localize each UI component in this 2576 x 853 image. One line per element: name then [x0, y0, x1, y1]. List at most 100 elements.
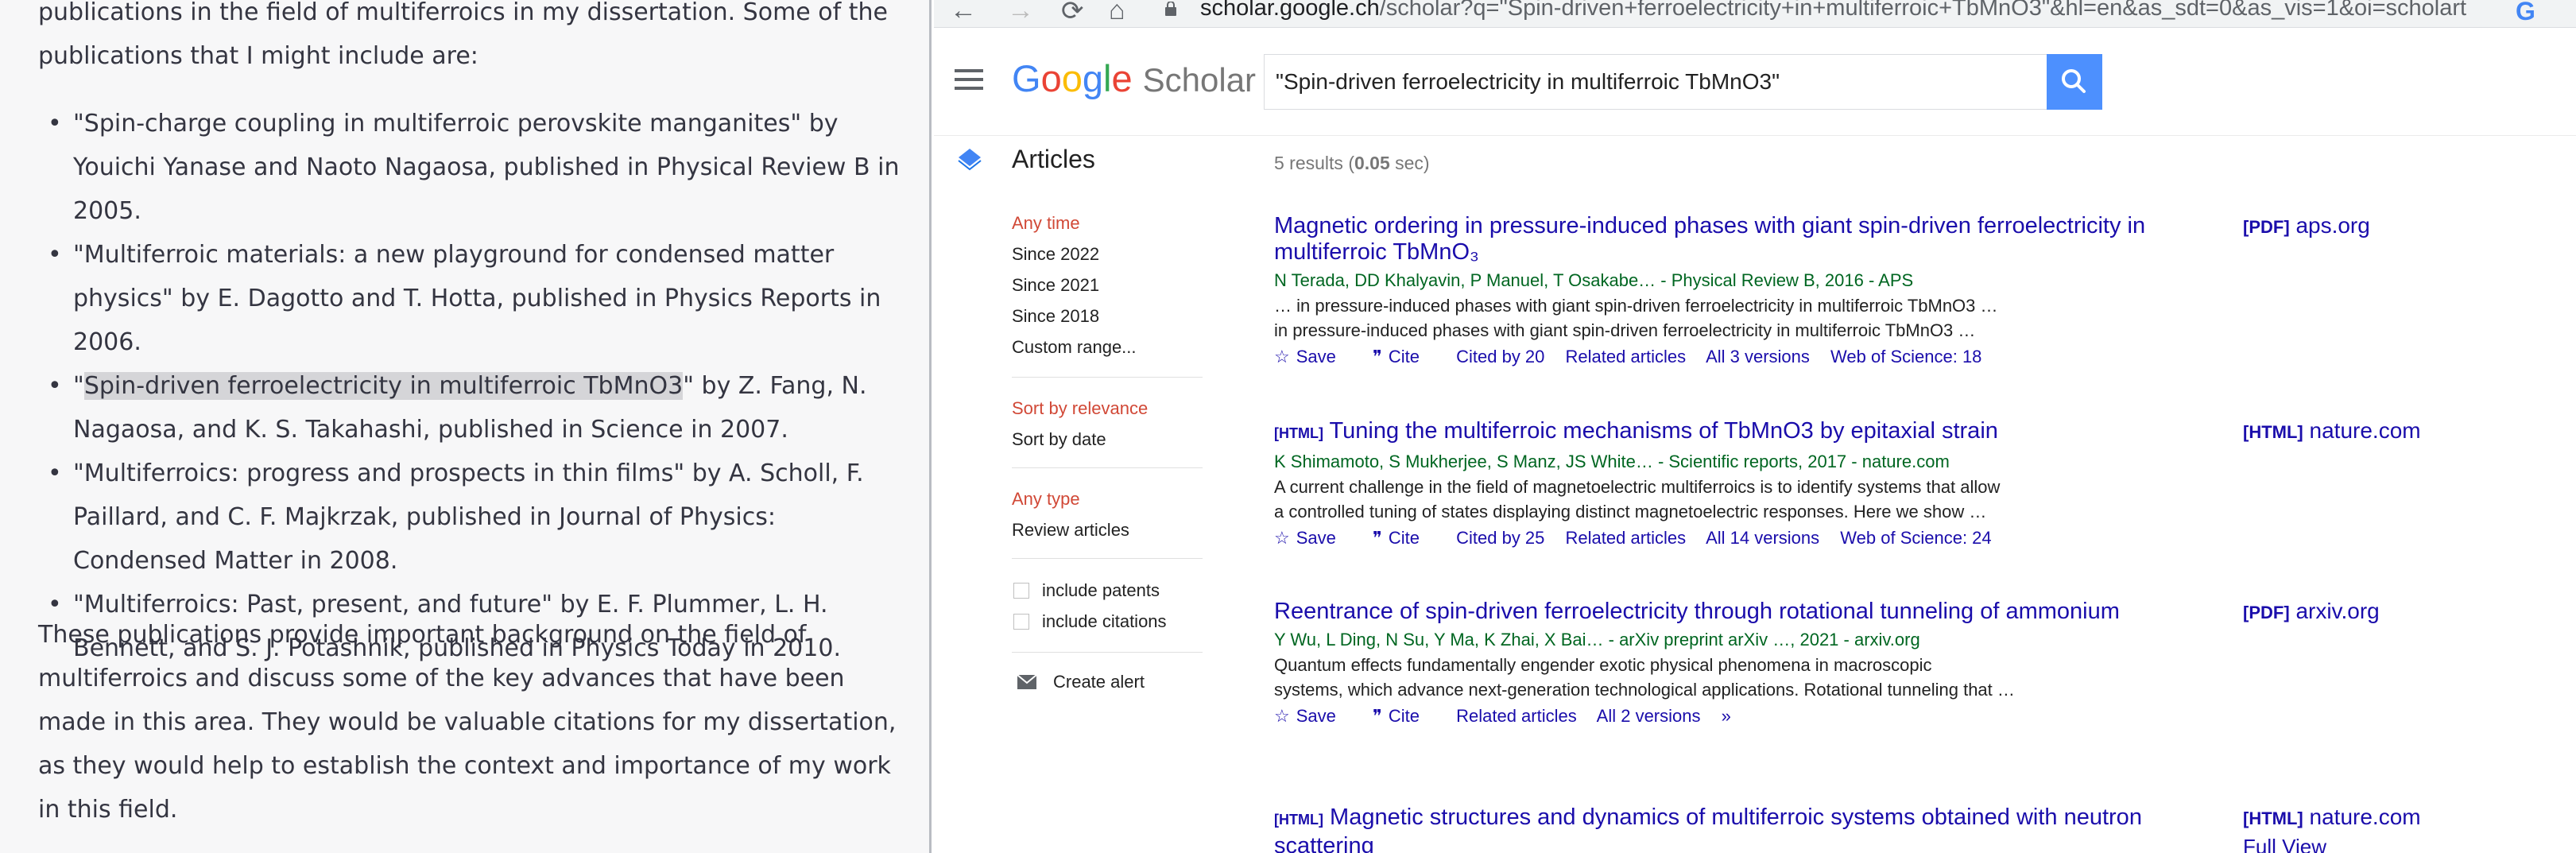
- result-actions: ☆ Save ❞ Cite Cited by 20 Related articles…: [1274, 345, 2164, 369]
- highlighted-selection[interactable]: Spin-driven ferroelectricity in multifer…: [83, 372, 684, 400]
- include-patents-checkbox[interactable]: [1013, 583, 1029, 599]
- cited-by-link[interactable]: Cited by 20: [1456, 347, 1544, 366]
- filter-since-2018[interactable]: Since 2018: [1012, 306, 1099, 327]
- result-actions: ☆ Save ❞ Cite Related articles All 2 versi…: [1274, 704, 2164, 728]
- search-result: Reentrance of spin-driven ferroelectrici…: [1274, 599, 2164, 728]
- versions-link[interactable]: All 14 versions: [1706, 528, 1819, 548]
- filter-since-2022[interactable]: Since 2022: [1012, 244, 1099, 265]
- result-title[interactable]: [HTML] Tuning the multiferroic mechanism…: [1274, 418, 2164, 447]
- divider: [1012, 558, 1203, 559]
- versions-link[interactable]: All 3 versions: [1706, 347, 1810, 366]
- include-citations-checkbox[interactable]: [1013, 614, 1029, 630]
- result-snippet-line: A current challenge in the field of magn…: [1274, 477, 2001, 497]
- list-item: • "Multiferroic materials: a new playgrou…: [40, 233, 906, 364]
- include-citations-label[interactable]: include citations: [1042, 611, 1167, 632]
- search-input[interactable]: [1265, 55, 1993, 109]
- publication-list: • "Spin-charge coupling in multiferroic p…: [40, 102, 906, 670]
- related-articles-link[interactable]: Related articles: [1456, 706, 1577, 726]
- divider: [1012, 377, 1203, 378]
- full-text-link[interactable]: [HTML] nature.com: [2243, 805, 2421, 830]
- result-snippet-line: systems, which advance next-generation t…: [1274, 680, 2015, 700]
- google-account-icon[interactable]: G: [2516, 0, 2535, 26]
- result-snippet-line: Quantum effects fundamentally engender e…: [1274, 655, 1932, 675]
- include-patents-label[interactable]: include patents: [1042, 580, 1160, 601]
- sort-by-date[interactable]: Sort by date: [1012, 429, 1106, 450]
- logo-letter: o: [1061, 57, 1083, 99]
- url-field[interactable]: scholar.google.ch/scholar?q="Spin-driven…: [1200, 0, 2466, 21]
- articles-bar: Articles 5 results (0.05 sec): [934, 135, 2576, 186]
- search-result: [HTML] Tuning the multiferroic mechanism…: [1274, 418, 2164, 550]
- filter-custom-range[interactable]: Custom range...: [1012, 337, 1137, 358]
- divider: [1012, 652, 1203, 653]
- scholar-header: Google Scholar: [934, 28, 2576, 136]
- chat-pane: publications in the field of multiferroi…: [0, 0, 932, 853]
- back-icon[interactable]: ←: [950, 0, 977, 26]
- result-authors: Y Wu, L Ding, N Su, Y Ma, K Zhai, X Bai……: [1274, 630, 1920, 649]
- save-link[interactable]: ☆ Save: [1274, 706, 1352, 726]
- full-text-link[interactable]: [PDF] arxiv.org: [2243, 599, 2380, 624]
- forward-icon[interactable]: →: [1007, 0, 1034, 26]
- logo-letter: G: [1012, 57, 1041, 99]
- address-bar: ← → ⟳ ⌂ scholar.google.ch/scholar?q="Spi…: [934, 0, 2576, 28]
- bullet: •: [48, 372, 62, 400]
- articles-label[interactable]: Articles: [1012, 145, 1095, 174]
- bullet: •: [48, 110, 62, 138]
- menu-icon[interactable]: [955, 69, 983, 90]
- logo-suffix: Scholar: [1142, 61, 1257, 99]
- filter-any-type[interactable]: Any type: [1012, 489, 1080, 510]
- filter-review-articles[interactable]: Review articles: [1012, 520, 1129, 541]
- filter-any-time[interactable]: Any time: [1012, 213, 1080, 234]
- save-link[interactable]: ☆ Save: [1274, 528, 1352, 548]
- logo-letter: o: [1040, 57, 1062, 99]
- more-icon[interactable]: »: [1722, 706, 1731, 726]
- full-text-link[interactable]: [HTML] nature.com: [2243, 418, 2421, 444]
- quote-icon: ❞: [1373, 347, 1382, 366]
- full-view-link[interactable]: Full View: [2243, 835, 2326, 853]
- result-title[interactable]: [HTML] Magnetic structures and dynamics …: [1274, 805, 2164, 853]
- list-item: • "Spin-driven ferroelectricity in multif…: [40, 364, 906, 452]
- save-link[interactable]: ☆ Save: [1274, 347, 1352, 366]
- result-authors: K Shimamoto, S Mukherjee, S Manz, JS Whi…: [1274, 452, 1950, 471]
- cited-by-link[interactable]: Cited by 25: [1456, 528, 1544, 548]
- star-icon: ☆: [1274, 706, 1290, 726]
- related-articles-link[interactable]: Related articles: [1566, 347, 1687, 366]
- cite-link[interactable]: ❞ Cite: [1373, 528, 1435, 548]
- result-snippet-line: … in pressure-induced phases with giant …: [1274, 296, 1998, 316]
- star-icon: ☆: [1274, 347, 1290, 366]
- envelope-icon: [1017, 674, 1037, 689]
- cite-link[interactable]: ❞ Cite: [1373, 706, 1435, 726]
- search-box: [1264, 54, 2047, 110]
- filter-since-2021[interactable]: Since 2021: [1012, 275, 1099, 296]
- quote-icon: ❞: [1373, 528, 1382, 548]
- result-title[interactable]: Reentrance of spin-driven ferroelectrici…: [1274, 599, 2164, 625]
- related-articles-link[interactable]: Related articles: [1566, 528, 1687, 548]
- versions-link[interactable]: All 2 versions: [1597, 706, 1701, 726]
- create-alert-link[interactable]: Create alert: [1053, 672, 1145, 692]
- reload-icon[interactable]: ⟳: [1061, 0, 1084, 27]
- home-icon[interactable]: ⌂: [1109, 0, 1125, 26]
- cite-link[interactable]: ❞ Cite: [1373, 347, 1435, 366]
- search-icon: [2062, 69, 2086, 93]
- result-title[interactable]: Magnetic ordering in pressure-induced ph…: [1274, 213, 2164, 266]
- browser-window: ← → ⟳ ⌂ scholar.google.ch/scholar?q="Spi…: [934, 0, 2576, 853]
- sort-by-relevance[interactable]: Sort by relevance: [1012, 398, 1148, 419]
- html-tag: [HTML]: [1274, 425, 1323, 441]
- logo-letter: e: [1111, 57, 1133, 99]
- scholar-logo[interactable]: Google Scholar: [1012, 56, 1256, 100]
- web-of-science-link[interactable]: Web of Science: 18: [1830, 347, 1981, 366]
- chat-intro-text: publications in the field of multiferroi…: [38, 0, 888, 70]
- google-logo-text: Google: [1012, 57, 1133, 99]
- list-item: • "Spin-charge coupling in multiferroic p…: [40, 102, 906, 233]
- quote-icon: ❞: [1373, 706, 1382, 726]
- lock-icon: [1165, 2, 1176, 16]
- search-button[interactable]: [2047, 54, 2102, 110]
- web-of-science-link[interactable]: Web of Science: 24: [1840, 528, 1991, 548]
- results-count: 5 results (0.05 sec): [1274, 153, 1430, 173]
- result-snippet-line: a controlled tuning of states displaying…: [1274, 502, 1987, 521]
- bullet: •: [48, 459, 62, 487]
- full-text-link[interactable]: [PDF] aps.org: [2243, 213, 2370, 238]
- star-icon: ☆: [1274, 528, 1290, 548]
- list-item: • "Multiferroics: progress and prospects …: [40, 452, 906, 583]
- bullet: •: [48, 241, 62, 269]
- articles-icon: [958, 149, 982, 171]
